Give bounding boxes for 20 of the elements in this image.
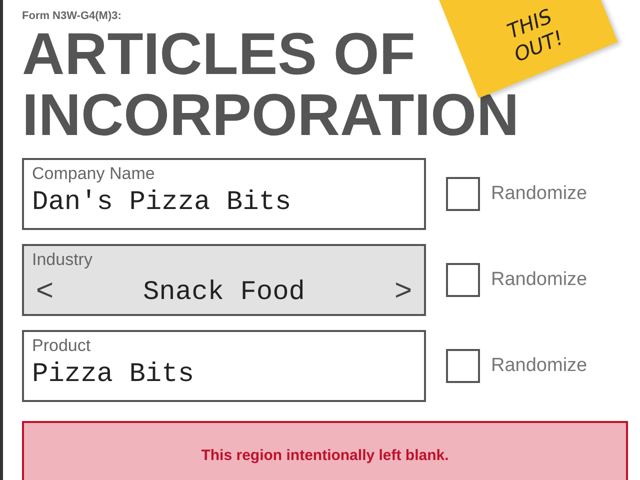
form-heading: ARTICLES OF [22, 25, 416, 83]
field-value: Snack Food [142, 278, 306, 308]
input-field[interactable]: Company Name Dan's Pizza Bits [22, 158, 426, 230]
field-value: Pizza Bits [32, 360, 196, 390]
previous-button[interactable]: < [32, 274, 58, 308]
checkbox[interactable] [446, 263, 480, 297]
selector-field[interactable]: Industry < Snack Food > [22, 244, 426, 316]
field-label: Industry [32, 250, 94, 270]
checkbox[interactable] [446, 349, 480, 383]
checkbox-label: Randomize [491, 355, 588, 377]
next-button[interactable]: > [390, 274, 416, 308]
checkbox-label: Randomize [491, 269, 588, 291]
notice-text: This region intentionally left blank. [201, 447, 449, 464]
field-label: Product [32, 336, 92, 356]
checkbox[interactable] [446, 177, 480, 211]
form-heading: INCORPORATION [22, 86, 520, 144]
checkbox-label: Randomize [491, 183, 588, 205]
field-label: Company Name [32, 164, 156, 184]
field-value: Dan's Pizza Bits [32, 188, 292, 218]
input-field[interactable]: Product Pizza Bits [22, 330, 426, 402]
